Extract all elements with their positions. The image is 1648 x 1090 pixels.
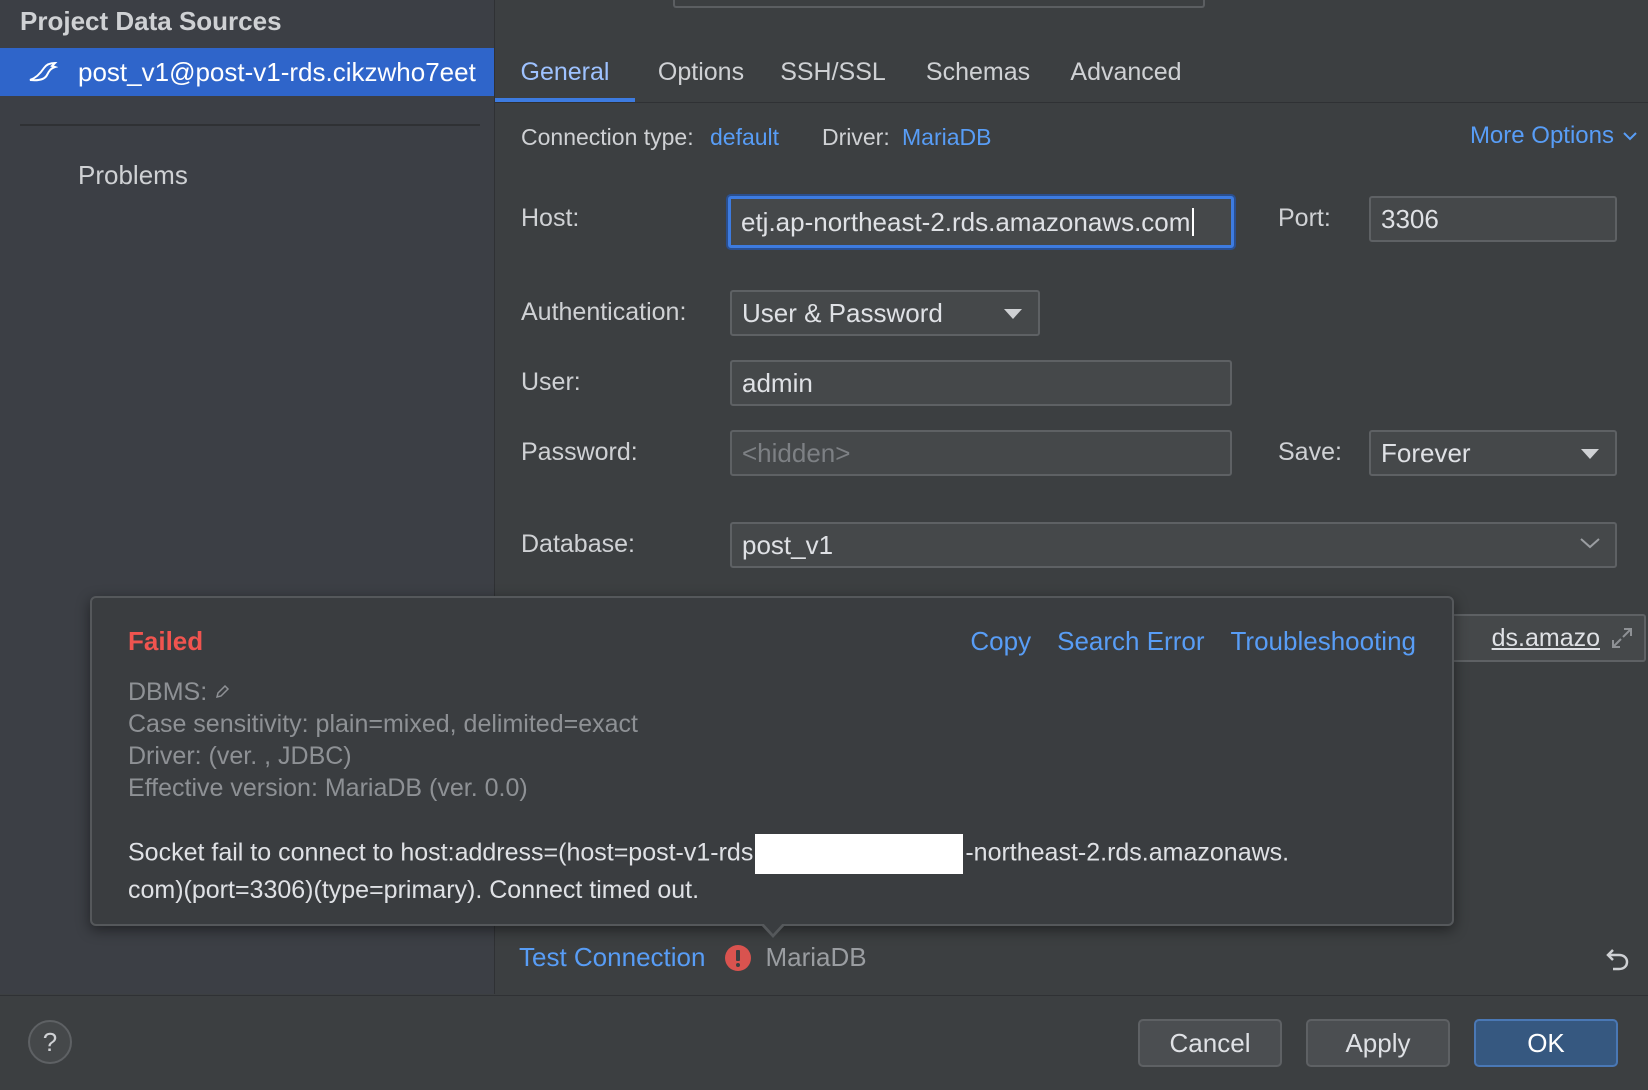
dialog-footer: ? Cancel Apply OK bbox=[0, 995, 1648, 1090]
connection-type-link[interactable]: default bbox=[710, 124, 779, 151]
cancel-button[interactable]: Cancel bbox=[1138, 1019, 1282, 1067]
apply-button[interactable]: Apply bbox=[1306, 1019, 1450, 1067]
host-input[interactable]: etj.ap-northeast-2.rds.amazonaws.com bbox=[728, 196, 1234, 248]
save-label: Save: bbox=[1278, 438, 1342, 466]
name-field[interactable] bbox=[673, 0, 1205, 8]
error-actions: Copy Search Error Troubleshooting bbox=[970, 626, 1416, 657]
dropdown-arrow-icon bbox=[1581, 449, 1599, 459]
search-error-link[interactable]: Search Error bbox=[1057, 626, 1204, 657]
port-value: 3306 bbox=[1381, 203, 1439, 234]
connection-info: DBMS: Case sensitivity: plain=mixed, del… bbox=[128, 676, 638, 804]
more-options-label: More Options bbox=[1469, 122, 1614, 149]
tab-options[interactable]: Options bbox=[645, 44, 757, 100]
url-value: ds.amazo bbox=[1491, 623, 1600, 652]
password-placeholder: <hidden> bbox=[742, 437, 851, 468]
user-label: User: bbox=[521, 368, 581, 396]
tab-ssh-ssl[interactable]: SSH/SSL bbox=[773, 44, 893, 100]
undo-icon[interactable] bbox=[1602, 946, 1632, 976]
tab-schemas[interactable]: Schemas bbox=[915, 44, 1041, 100]
connection-error-popup: Failed Copy Search Error Troubleshooting… bbox=[90, 596, 1454, 926]
chevron-down-icon bbox=[1623, 132, 1637, 141]
text-caret bbox=[1192, 208, 1195, 236]
tab-general[interactable]: General bbox=[495, 44, 635, 102]
url-field[interactable]: ds.amazo bbox=[1450, 614, 1646, 662]
user-value: admin bbox=[742, 367, 813, 398]
port-label: Port: bbox=[1278, 204, 1331, 232]
pencil-icon[interactable] bbox=[214, 684, 230, 700]
ok-button[interactable]: OK bbox=[1474, 1019, 1618, 1067]
copy-link[interactable]: Copy bbox=[970, 626, 1031, 657]
authentication-value: User & Password bbox=[742, 297, 943, 328]
test-connection-link[interactable]: Test Connection bbox=[519, 942, 705, 973]
database-label: Database: bbox=[521, 530, 635, 558]
data-source-label: post_v1@post-v1-rds.cikzwho7eet bbox=[78, 56, 476, 87]
error-message-part1: Socket fail to connect to host:address=(… bbox=[128, 838, 754, 867]
host-label: Host: bbox=[521, 204, 580, 232]
tab-bar: General Options SSH/SSL Schemas Advanced bbox=[495, 44, 1648, 103]
error-icon[interactable] bbox=[725, 944, 752, 971]
test-connection-row: Test Connection MariaDB bbox=[519, 942, 867, 973]
save-value: Forever bbox=[1381, 437, 1471, 468]
host-value: etj.ap-northeast-2.rds.amazonaws.com bbox=[741, 206, 1191, 237]
help-button[interactable]: ? bbox=[28, 1020, 72, 1064]
authentication-select[interactable]: User & Password bbox=[730, 290, 1040, 336]
database-select[interactable]: post_v1 bbox=[730, 522, 1617, 568]
password-input[interactable]: <hidden> bbox=[730, 430, 1232, 476]
chevron-down-icon bbox=[1580, 538, 1600, 549]
dropdown-arrow-icon bbox=[1004, 309, 1022, 319]
sidebar-title: Project Data Sources bbox=[20, 6, 282, 36]
data-sources-dialog: Project Data Sources post_v1@post-v1-rds… bbox=[0, 0, 1648, 1090]
driver-link[interactable]: MariaDB bbox=[902, 124, 991, 151]
popup-pointer-inner bbox=[762, 922, 784, 934]
dbms-line: DBMS: bbox=[128, 676, 638, 708]
redaction-box bbox=[755, 834, 964, 874]
case-sensitivity-line: Case sensitivity: plain=mixed, delimited… bbox=[128, 710, 638, 738]
dbms-label: DBMS: bbox=[128, 678, 208, 706]
tab-advanced[interactable]: Advanced bbox=[1057, 44, 1195, 100]
expand-icon bbox=[1612, 628, 1632, 648]
error-status: Failed bbox=[128, 626, 204, 656]
password-label: Password: bbox=[521, 438, 638, 466]
connection-type-label: Connection type: bbox=[521, 124, 694, 150]
user-input[interactable]: admin bbox=[730, 360, 1232, 406]
sidebar-item-problems[interactable]: Problems bbox=[78, 160, 188, 191]
error-message-part2: -northeast-2.rds.amazonaws. bbox=[965, 838, 1290, 867]
sidebar-item-data-source[interactable]: post_v1@post-v1-rds.cikzwho7eet bbox=[0, 48, 494, 96]
test-driver-label: MariaDB bbox=[765, 942, 867, 972]
error-message-part3: com)(port=3306)(type=primary). Connect t… bbox=[128, 876, 700, 904]
sidebar-divider bbox=[20, 124, 480, 126]
authentication-label: Authentication: bbox=[521, 298, 687, 326]
port-input[interactable]: 3306 bbox=[1369, 196, 1617, 242]
more-options-button[interactable]: More Options bbox=[1470, 122, 1638, 150]
save-select[interactable]: Forever bbox=[1369, 430, 1617, 476]
effective-version-line: Effective version: MariaDB (ver. 0.0) bbox=[128, 774, 528, 802]
driver-line: Driver: (ver. , JDBC) bbox=[128, 742, 352, 770]
troubleshooting-link[interactable]: Troubleshooting bbox=[1231, 626, 1417, 657]
error-message: Socket fail to connect to host:address=(… bbox=[128, 834, 1418, 906]
driver-label: Driver: bbox=[822, 124, 890, 150]
database-value: post_v1 bbox=[742, 529, 834, 560]
mariadb-icon bbox=[28, 58, 60, 86]
